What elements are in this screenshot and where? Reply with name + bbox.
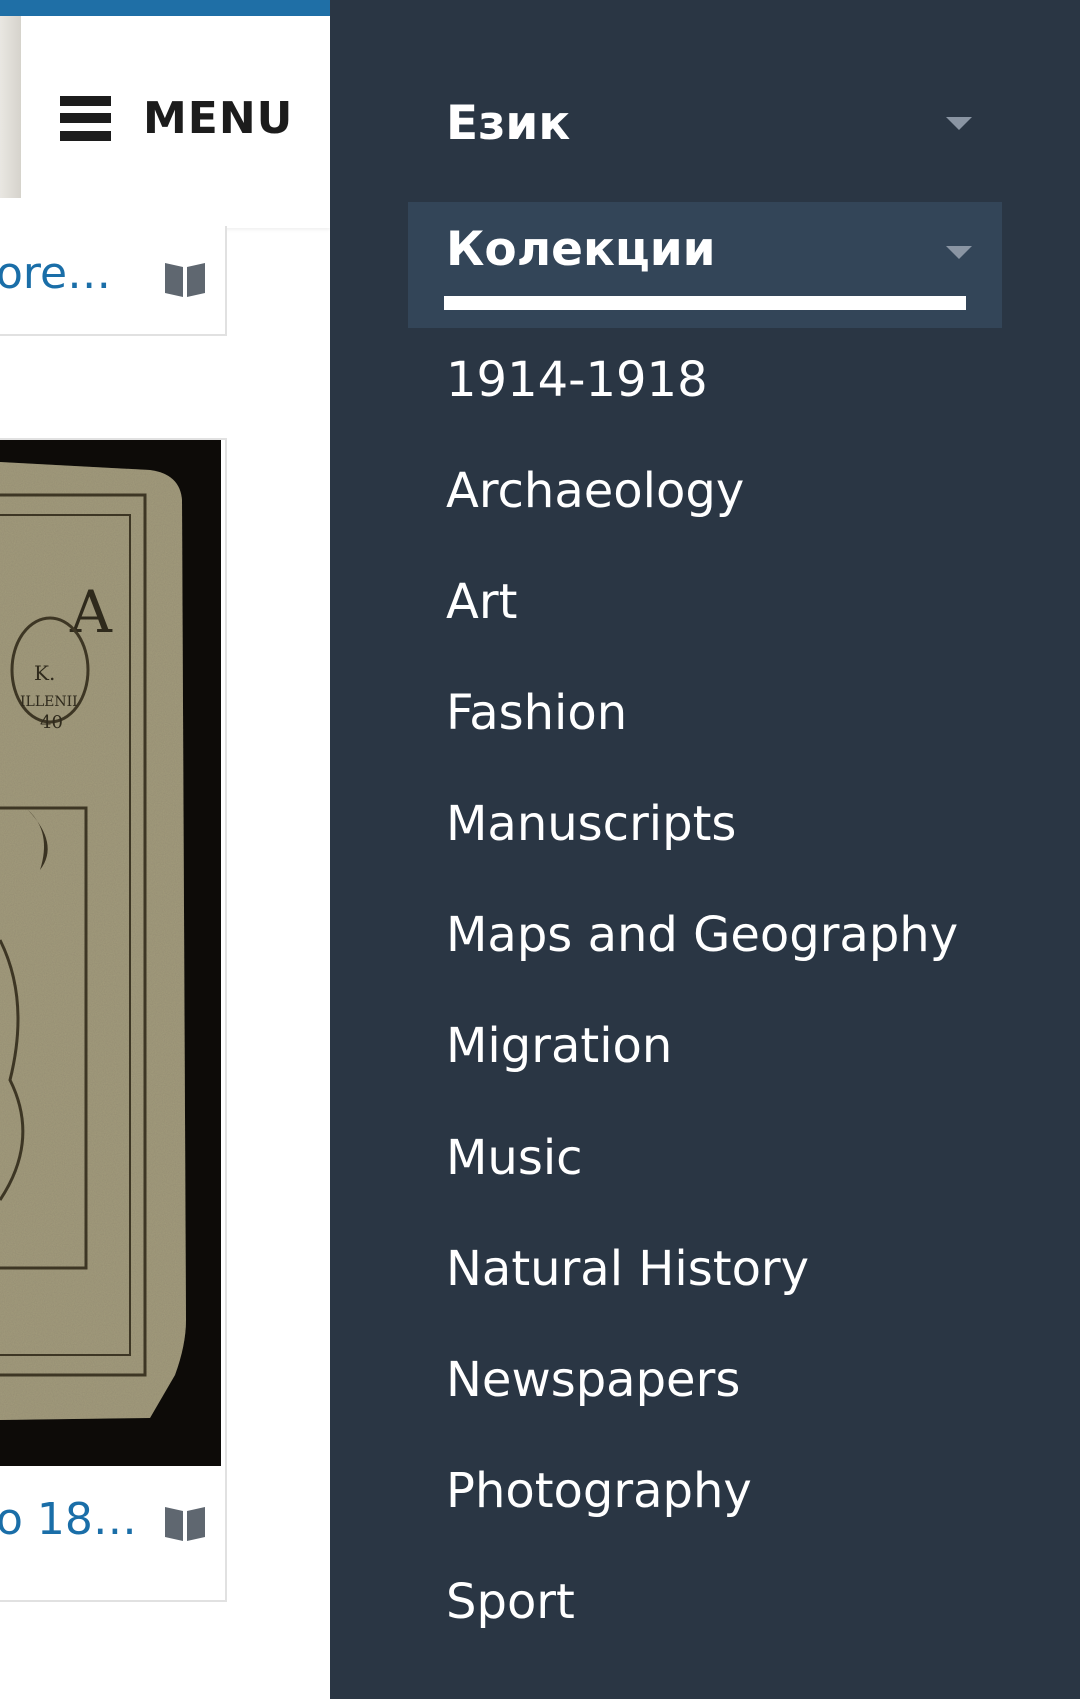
collection-link-art[interactable]: Art (446, 572, 517, 632)
collection-link-natural-history[interactable]: Natural History (446, 1239, 809, 1299)
collection-link-1914-1918[interactable]: 1914-1918 (446, 350, 708, 410)
language-dropdown[interactable]: Език (408, 96, 1002, 156)
caret-down-icon (946, 117, 972, 130)
collection-link-newspapers[interactable]: Newspapers (446, 1350, 740, 1410)
collection-link-migration[interactable]: Migration (446, 1016, 672, 1076)
collection-link-maps-and-geography[interactable]: Maps and Geography (446, 905, 958, 965)
background-page: MENU ore… A K. ILLENII 40 o 18… (0, 0, 330, 1699)
menu-label: MENU (143, 92, 294, 144)
active-underline (444, 296, 966, 310)
collections-label: Колекции (446, 222, 716, 277)
artifact-image[interactable]: A K. ILLENII 40 (0, 440, 221, 1466)
book-icon[interactable] (163, 1503, 207, 1543)
language-label: Език (446, 96, 571, 151)
result-card[interactable]: A K. ILLENII 40 o 18… (0, 438, 227, 1602)
collection-link-photography[interactable]: Photography (446, 1461, 752, 1521)
svg-text:ILLENII: ILLENII (20, 694, 78, 710)
svg-text:K.: K. (34, 661, 55, 685)
svg-text:A: A (69, 578, 113, 646)
card-title-link[interactable]: ore… (0, 248, 111, 299)
collection-link-sport[interactable]: Sport (446, 1572, 575, 1632)
result-card[interactable]: ore… (0, 226, 227, 336)
collections-dropdown[interactable]: Колекции (408, 222, 1002, 282)
logo-thumbnail (0, 16, 21, 198)
collection-link-archaeology[interactable]: Archaeology (446, 461, 744, 521)
navigation-drawer: Език Колекции 1914-1918 Archaeology Art … (330, 0, 1080, 1699)
caret-down-icon (946, 246, 972, 259)
hamburger-icon (60, 93, 111, 144)
svg-text:40: 40 (40, 712, 63, 733)
brand-bar (0, 0, 330, 16)
book-icon[interactable] (163, 259, 207, 299)
menu-button[interactable]: MENU (60, 88, 293, 148)
collection-link-music[interactable]: Music (446, 1128, 583, 1188)
collection-link-fashion[interactable]: Fashion (446, 683, 627, 743)
collection-link-manuscripts[interactable]: Manuscripts (446, 794, 736, 854)
card-title-link[interactable]: o 18… (0, 1494, 137, 1545)
